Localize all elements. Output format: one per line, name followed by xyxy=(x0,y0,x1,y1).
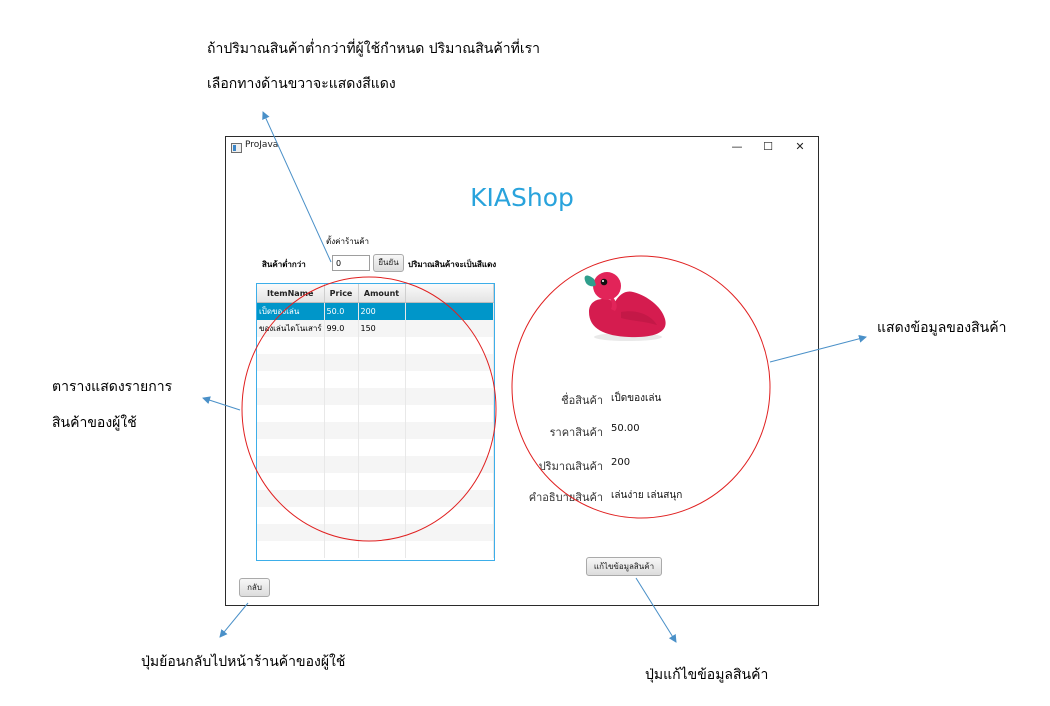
empty-row xyxy=(257,507,494,524)
cell-filler xyxy=(405,320,494,337)
right-note: แสดงข้อมูลของสินค้า xyxy=(877,320,1007,336)
empty-row xyxy=(257,473,494,490)
product-table[interactable]: ItemName Price Amount เป็ดของเล่น 50.0 2… xyxy=(256,283,495,561)
empty-row xyxy=(257,439,494,456)
top-note-line2: เลือกทางด้านขวาจะแสดงสีแดง xyxy=(207,76,396,92)
threshold-hint: ปริมาณสินค้าจะเป็นสีแดง xyxy=(408,260,497,269)
empty-row xyxy=(257,388,494,405)
table-row[interactable]: เป็ดของเล่น 50.0 200 xyxy=(257,302,494,320)
empty-row xyxy=(257,422,494,439)
cell-amount: 200 xyxy=(358,302,406,320)
left-note-line1: ตารางแสดงรายการ xyxy=(52,379,173,395)
column-header-filler xyxy=(405,284,494,303)
confirm-button[interactable]: ยืนยัน xyxy=(373,254,404,272)
close-button[interactable]: ✕ xyxy=(791,139,809,155)
back-button[interactable]: กลับ xyxy=(239,578,270,597)
product-desc-label: คำอธิบายสินค้า xyxy=(528,491,603,504)
app-icon xyxy=(231,143,242,153)
table-header-row: ItemName Price Amount xyxy=(257,284,494,303)
cell-itemname: ของเล่นไดโนเสาร์ xyxy=(257,320,325,337)
product-price-value: 50.00 xyxy=(611,423,640,434)
empty-row xyxy=(257,456,494,473)
cell-itemname: เป็ดของเล่น xyxy=(257,302,325,320)
column-header-price[interactable]: Price xyxy=(324,284,359,303)
empty-row xyxy=(257,371,494,388)
bottom-left-note: ปุ่มย้อนกลับไปหน้าร้านค้าของผู้ใช้ xyxy=(141,654,346,670)
product-name-value: เป็ดของเล่น xyxy=(611,393,662,404)
cell-amount: 150 xyxy=(358,320,406,337)
empty-row xyxy=(257,354,494,371)
product-image xyxy=(584,272,666,341)
window-title: ProJava xyxy=(245,140,279,150)
left-note-line2: สินค้าของผู้ใช้ xyxy=(52,415,137,431)
empty-row xyxy=(257,405,494,422)
product-price-label: ราคาสินค้า xyxy=(549,426,603,439)
product-amount-label: ปริมาณสินค้า xyxy=(538,460,603,473)
empty-row xyxy=(257,541,494,558)
empty-row xyxy=(257,337,494,354)
empty-row xyxy=(257,490,494,507)
app-window: ProJava — ☐ ✕ KIAShop ตั้งค่าร้านค้า สิน… xyxy=(225,136,819,606)
product-amount-value: 200 xyxy=(611,457,631,468)
top-note-line1: ถ้าปริมาณสินค้าต่ำกว่าที่ผู้ใช้กำหนด ปริ… xyxy=(207,41,540,57)
cell-filler xyxy=(405,302,494,320)
maximize-button[interactable]: ☐ xyxy=(759,139,777,155)
product-name-label: ชื่อสินค้า xyxy=(561,394,603,407)
cell-price: 99.0 xyxy=(324,320,359,337)
back-button-arrow xyxy=(219,602,249,638)
title-bar[interactable]: ProJava — ☐ ✕ xyxy=(226,137,818,159)
threshold-label: สินค้าต่ำกว่า xyxy=(262,260,306,269)
table-row[interactable]: ของเล่นไดโนเสาร์ 99.0 150 xyxy=(257,320,494,337)
settings-label: ตั้งค่าร้านค้า xyxy=(326,237,370,246)
edit-product-button[interactable]: แก้ไขข้อมูลสินค้า xyxy=(586,557,662,576)
cell-price: 50.0 xyxy=(324,302,359,320)
column-header-itemname[interactable]: ItemName xyxy=(257,284,325,303)
threshold-input[interactable] xyxy=(332,255,370,271)
minimize-button[interactable]: — xyxy=(728,139,746,155)
product-desc-value: เล่นง่าย เล่นสนุก xyxy=(611,490,683,501)
shop-title: KIAShop xyxy=(470,183,574,212)
column-header-amount[interactable]: Amount xyxy=(358,284,406,303)
empty-row xyxy=(257,524,494,541)
bottom-right-note: ปุ่มแก้ไขข้อมูลสินค้า xyxy=(645,667,769,683)
